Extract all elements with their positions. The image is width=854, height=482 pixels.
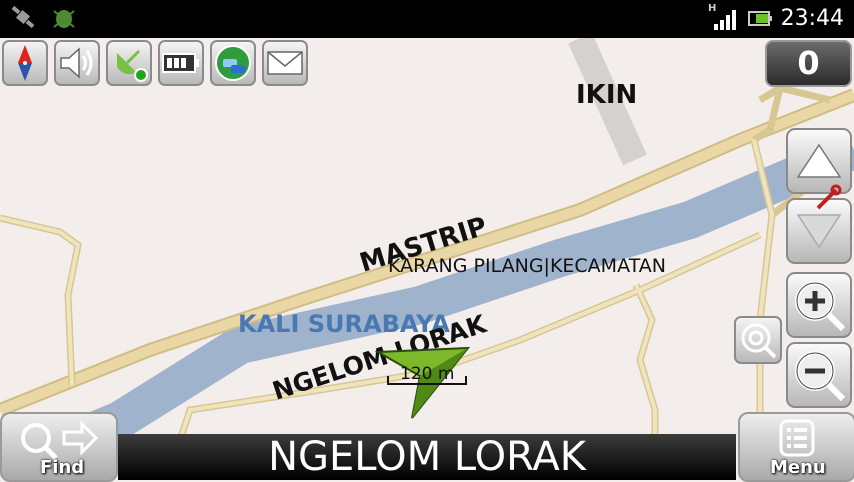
map-view[interactable]: IKIN MASTRIP KARANG PILANG|KECAMATAN KAL… — [0, 38, 854, 480]
zoom-in-button[interactable] — [786, 272, 852, 338]
find-label: Find — [40, 457, 85, 478]
search-around-button[interactable] — [734, 316, 782, 364]
volume-button[interactable] — [54, 40, 100, 86]
find-icon — [21, 420, 99, 460]
zoom-down-icon — [796, 214, 842, 249]
gps-status-icon — [117, 49, 148, 82]
clock: 23:44 — [780, 6, 844, 31]
status-bar: H 23:44 — [0, 0, 854, 38]
gps-satellite-icon — [11, 5, 35, 29]
current-street-bar: NGELOM LORAK — [118, 434, 736, 480]
menu-icon — [779, 419, 815, 457]
tools-icon[interactable] — [814, 184, 842, 212]
search-around-icon — [741, 323, 777, 359]
zoom-out-button[interactable] — [786, 342, 852, 408]
find-button[interactable]: Find — [0, 412, 118, 482]
compass-button[interactable] — [2, 40, 48, 86]
signal-strength-icon — [714, 10, 736, 30]
menu-label: Menu — [770, 457, 826, 478]
counter-badge[interactable]: 0 — [765, 40, 852, 87]
gps-status-button[interactable] — [106, 40, 152, 86]
battery-level-button[interactable] — [158, 40, 204, 86]
traffic-button[interactable] — [210, 40, 256, 86]
zoom-out-icon — [795, 351, 846, 402]
speaker-icon — [60, 47, 93, 79]
scale-bar: 120 m — [387, 364, 467, 385]
current-street-name: NGELOM LORAK — [268, 434, 586, 480]
scale-label: 120 m — [400, 364, 454, 384]
menu-button[interactable]: Menu — [738, 412, 854, 482]
compass-icon — [18, 45, 32, 81]
notification-icons — [11, 5, 75, 29]
traffic-icon — [215, 45, 251, 81]
message-button[interactable] — [262, 40, 308, 86]
zoom-up-icon — [796, 143, 842, 178]
zoom-in-icon — [795, 281, 846, 332]
bug-icon — [53, 10, 75, 28]
map-label-ikin: IKIN — [576, 80, 637, 110]
battery-level-icon — [162, 53, 199, 73]
map-label-karang-pilang: KARANG PILANG|KECAMATAN — [388, 255, 666, 277]
battery-icon — [748, 11, 772, 26]
message-icon — [267, 51, 303, 75]
